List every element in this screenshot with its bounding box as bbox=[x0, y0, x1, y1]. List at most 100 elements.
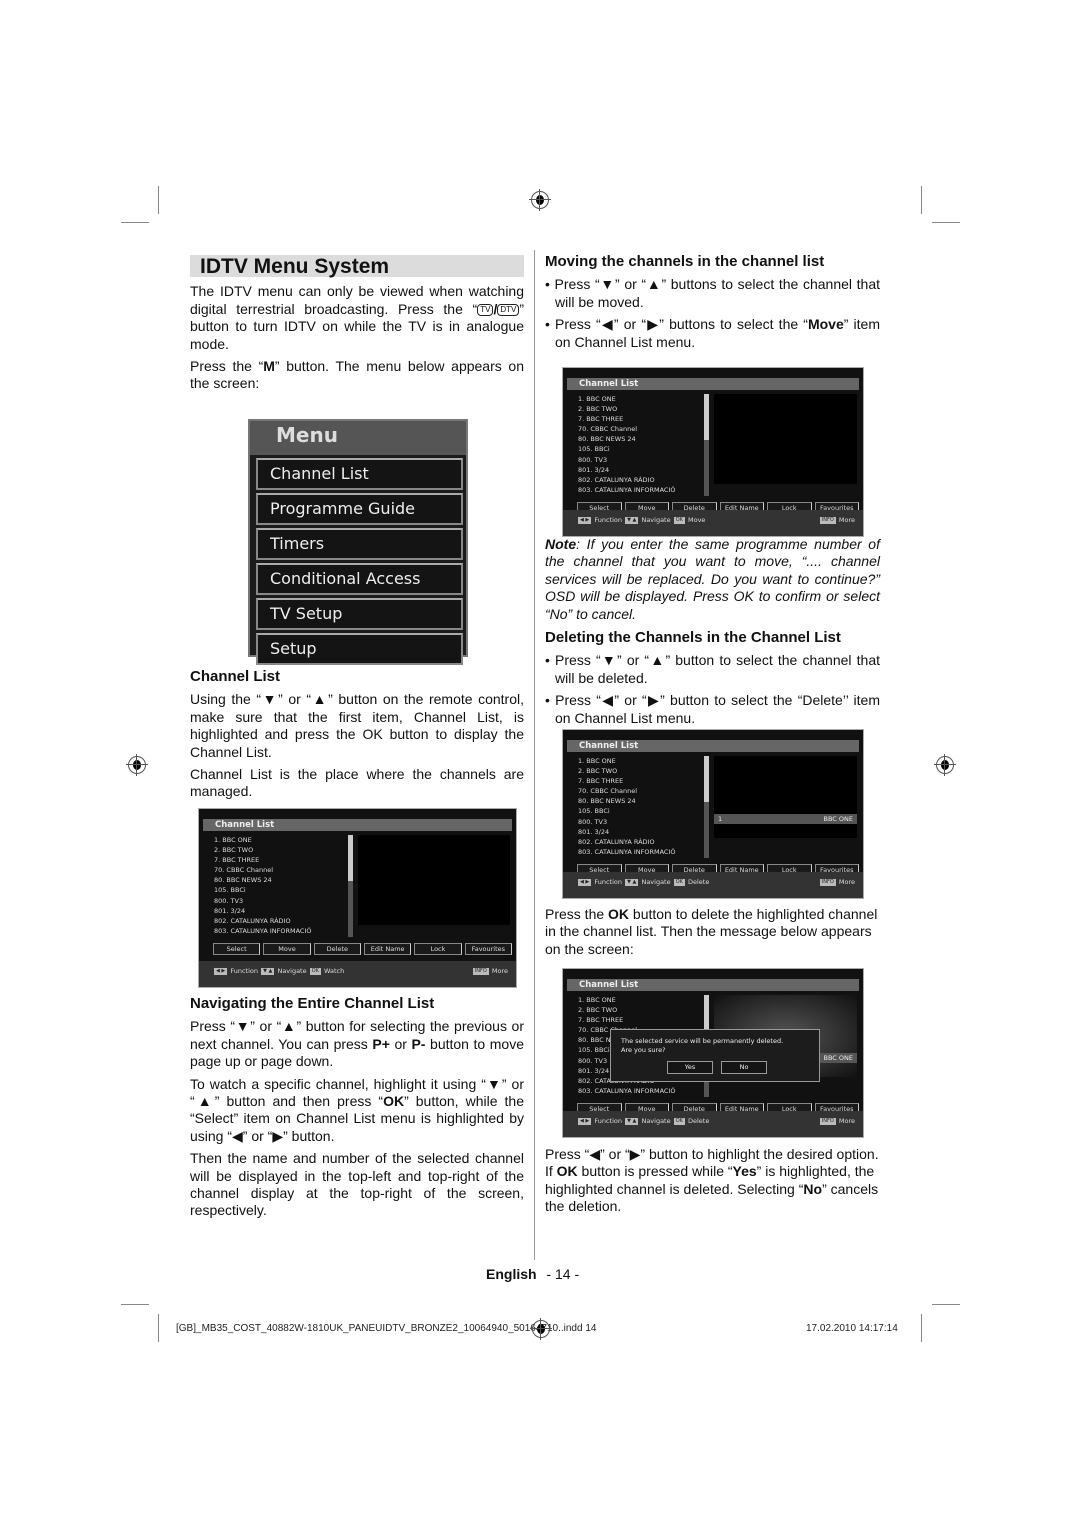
channel-list-item[interactable]: 801. 3/24 bbox=[578, 827, 676, 837]
scrollbar-thumb[interactable] bbox=[704, 394, 709, 440]
channel-list-item[interactable]: 803. CATALUNYA INFORMACIÓ bbox=[578, 485, 676, 495]
channel-list-item[interactable]: 1. BBC ONE bbox=[578, 394, 676, 404]
delete-button[interactable]: Delete bbox=[313, 943, 361, 955]
crop-mark bbox=[932, 222, 960, 223]
ok-action-label: Move bbox=[687, 516, 706, 524]
channel-list-item[interactable]: 1. BBC ONE bbox=[214, 835, 312, 845]
channel-list-item[interactable]: 80. BBC NEWS 24 bbox=[214, 875, 312, 885]
channel-list-item[interactable]: 802. CATALUNYA RÀDIO bbox=[214, 916, 312, 926]
scrollbar-thumb[interactable] bbox=[704, 756, 709, 802]
page-title: IDTV Menu System bbox=[190, 255, 524, 278]
screen-title: Channel List bbox=[203, 819, 512, 831]
channel-list-item[interactable]: 2. BBC TWO bbox=[578, 766, 676, 776]
channel-list-item[interactable]: 803. CATALUNYA INFORMACIÓ bbox=[214, 926, 312, 936]
down-up-key-icon: ▼ ▲ bbox=[625, 516, 639, 524]
channel-list-item[interactable]: 800. TV3 bbox=[214, 896, 312, 906]
channel-list-item[interactable]: 802. CATALUNYA RÀDIO bbox=[578, 837, 676, 847]
ok-key-icon: OK bbox=[309, 967, 321, 975]
select-button[interactable]: Select bbox=[213, 943, 261, 955]
intro-paragraph: The IDTV menu can only be viewed when wa… bbox=[190, 283, 524, 352]
bullet-item: • Press “◀” or “▶” button to select the … bbox=[545, 692, 880, 726]
page-number: - 14 - bbox=[546, 1266, 580, 1282]
bullet-item: • Press “▼” or “▲” button to select the … bbox=[545, 652, 880, 686]
screen-title: Channel List bbox=[567, 979, 859, 991]
paragraph: Channel List is the place where the chan… bbox=[190, 766, 524, 800]
channel-list-item[interactable]: 7. BBC THREE bbox=[578, 1015, 676, 1025]
help-bar: ◀ ▶ Function ▼ ▲ Navigate OK Move INFO Mo… bbox=[563, 510, 863, 536]
channel-list-item[interactable]: 1. BBC ONE bbox=[578, 995, 676, 1005]
channel-list-item[interactable]: 2. BBC TWO bbox=[578, 404, 676, 414]
channel-list-item[interactable]: 800. TV3 bbox=[578, 817, 676, 827]
favourites-button[interactable]: Favourites bbox=[464, 943, 512, 955]
channel-list-item[interactable]: 803. CATALUNYA INFORMACIÓ bbox=[578, 847, 676, 857]
left-column: IDTV Menu System The IDTV menu can only … bbox=[190, 255, 524, 398]
channel-list-item[interactable]: 801. 3/24 bbox=[578, 465, 676, 475]
left-right-key-icon: ◀ ▶ bbox=[578, 878, 592, 886]
registration-mark-icon bbox=[530, 1318, 552, 1340]
channel-list-item[interactable]: 7. BBC THREE bbox=[578, 776, 676, 786]
info-key-icon: INFO bbox=[819, 1117, 836, 1125]
channel-preview bbox=[714, 756, 857, 838]
ok-action-label: Watch bbox=[323, 967, 345, 975]
lock-button[interactable]: Lock bbox=[414, 943, 462, 955]
press-ok-paragraph-block: Press the OK button to delete the highli… bbox=[545, 906, 880, 963]
ok-key-icon: OK bbox=[673, 516, 685, 524]
channel-list-item[interactable]: 7. BBC THREE bbox=[214, 855, 312, 865]
move-button[interactable]: Move bbox=[263, 943, 311, 955]
menu-item-setup[interactable]: Setup bbox=[256, 633, 463, 665]
dialog-yes-button[interactable]: Yes bbox=[667, 1061, 713, 1074]
channel-list-item[interactable]: 70. CBBC Channel bbox=[214, 865, 312, 875]
dtv-key-icon: DTV bbox=[497, 303, 520, 316]
scrollbar-thumb[interactable] bbox=[348, 835, 353, 881]
column-divider bbox=[534, 250, 535, 1260]
channel-list-item[interactable]: 105. BBCi bbox=[578, 806, 676, 816]
scrollbar[interactable] bbox=[348, 835, 353, 937]
channel-list-item[interactable]: 800. TV3 bbox=[578, 455, 676, 465]
channel-list-item[interactable]: 1. BBC ONE bbox=[578, 756, 676, 766]
channel-list-item[interactable]: 2. BBC TWO bbox=[214, 845, 312, 855]
down-up-key-icon: ▼ ▲ bbox=[625, 878, 639, 886]
paragraph: Then the name and number of the selected… bbox=[190, 1150, 524, 1219]
crop-mark bbox=[932, 1304, 960, 1305]
edit-name-button[interactable]: Edit Name bbox=[363, 943, 412, 955]
channel-list-item[interactable]: 70. CBBC Channel bbox=[578, 424, 676, 434]
ok-key-icon: OK bbox=[673, 1117, 685, 1125]
channel-list-section: Channel List Using the “▼” or “▲” button… bbox=[190, 668, 524, 806]
bullet-item: • Press “▼” or “▲” buttons to select the… bbox=[545, 276, 880, 310]
ok-action-label: Delete bbox=[687, 1117, 710, 1125]
help-bar: ◀ ▶ Function ▼ ▲ Navigate OK Delete INFO … bbox=[563, 1111, 863, 1137]
channel-list-item[interactable]: 105. BBCi bbox=[578, 444, 676, 454]
scrollbar[interactable] bbox=[704, 394, 709, 496]
screen-title: Channel List bbox=[567, 740, 859, 752]
menu-item-conditional-access[interactable]: Conditional Access bbox=[256, 563, 463, 595]
language-label: English bbox=[486, 1266, 537, 1282]
channel-list: 1. BBC ONE 2. BBC TWO 7. BBC THREE 70. CBBC… bbox=[214, 835, 312, 936]
channel-list-screenshot-move: Channel List 1. BBC ONE 2. BBC TWO 7. BBC T… bbox=[562, 367, 864, 537]
channel-list-item[interactable]: 802. CATALUNYA RÀDIO bbox=[578, 475, 676, 485]
channel-preview bbox=[714, 394, 857, 484]
channel-list-item[interactable]: 80. BBC NEWS 24 bbox=[578, 434, 676, 444]
dialog-no-button[interactable]: No bbox=[721, 1061, 767, 1074]
delete-confirm-dialog: The selected service will be permanently… bbox=[610, 1029, 820, 1082]
crop-mark bbox=[158, 1314, 159, 1342]
channel-list-item[interactable]: 80. BBC NEWS 24 bbox=[578, 796, 676, 806]
scrollbar[interactable] bbox=[704, 756, 709, 858]
channel-list-item[interactable]: 2. BBC TWO bbox=[578, 1005, 676, 1015]
registration-mark-icon bbox=[126, 754, 148, 776]
menu-item-timers[interactable]: Timers bbox=[256, 528, 463, 560]
channel-list-item[interactable]: 105. BBCi bbox=[214, 885, 312, 895]
help-bar: ◀ ▶ Function ▼ ▲ Navigate OK Watch INFO M… bbox=[199, 961, 516, 987]
left-right-key-icon: ◀ ▶ bbox=[578, 1117, 592, 1125]
menu-item-channel-list[interactable]: Channel List bbox=[256, 458, 463, 490]
channel-list-item[interactable]: 7. BBC THREE bbox=[578, 414, 676, 424]
moving-section: Moving the channels in the channel list … bbox=[545, 253, 880, 356]
channel-list-item[interactable]: 803. CATALUNYA INFORMACIÓ bbox=[578, 1086, 676, 1096]
paragraph: Using the “▼” or “▲” button on the remot… bbox=[190, 691, 524, 760]
channel-list-item[interactable]: 801. 3/24 bbox=[214, 906, 312, 916]
registration-mark-icon bbox=[934, 754, 956, 776]
menu-item-programme-guide[interactable]: Programme Guide bbox=[256, 493, 463, 525]
channel-list-item[interactable]: 70. CBBC Channel bbox=[578, 786, 676, 796]
menu-item-tv-setup[interactable]: TV Setup bbox=[256, 598, 463, 630]
paragraph: Press “▼” or “▲” button for selecting th… bbox=[190, 1018, 524, 1070]
page-footer: English - 14 - bbox=[486, 1266, 579, 1282]
